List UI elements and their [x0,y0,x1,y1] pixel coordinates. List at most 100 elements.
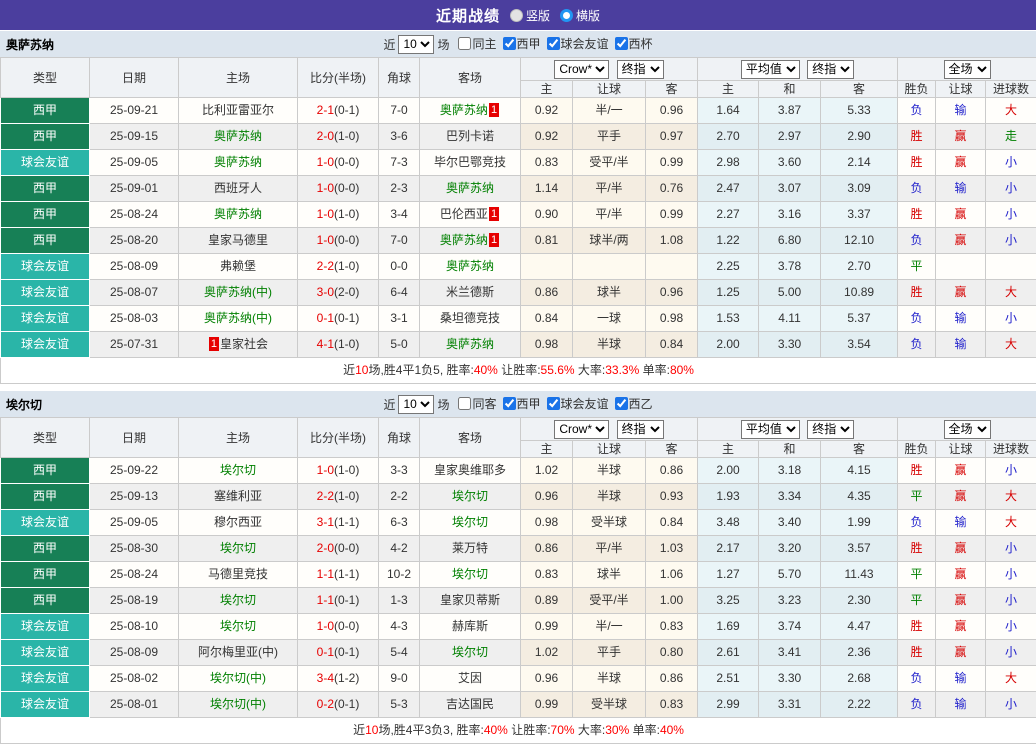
team-name: 塞维利亚 [214,489,262,503]
score-cell: 2-0(1-0) [298,124,379,150]
ah-away-odds-cell: 0.86 [646,666,698,692]
euro-home-odds-cell: 2.98 [698,150,759,176]
goals-result-cell: 小 [986,150,1036,176]
league-filter-checkbox[interactable] [503,37,516,50]
league-type-cell: 西甲 [1,98,90,124]
league-filter[interactable]: 同客 [452,395,496,412]
team-name: 埃尔切 [220,541,256,555]
odds-time-select[interactable]: 终指 [617,420,664,439]
league-filter[interactable]: 球会友谊 [541,395,609,412]
ah-away-odds-cell: 0.86 [646,458,698,484]
euro-average-select[interactable]: 平均值 [741,420,800,439]
sub-header-eu-draw: 和 [759,441,821,458]
team-name: 埃尔切 [452,489,488,503]
result-cell: 负 [898,666,936,692]
home-team-cell: 马德里竞技 [179,562,298,588]
league-filter[interactable]: 西杯 [609,35,653,52]
full-match-select[interactable]: 全场 [944,60,991,79]
handicap-result-cell: 赢 [936,124,986,150]
euro-home-odds-cell: 2.25 [698,254,759,280]
summary-segment: 80% [670,363,694,377]
result-cell: 胜 [898,640,936,666]
odds-company-select[interactable]: Crow* [554,420,609,439]
league-filter[interactable]: 西甲 [497,395,541,412]
team-name: 奥萨苏纳 [446,259,494,273]
full-score: 4-1 [317,337,334,351]
ah-away-odds-cell: 1.08 [646,228,698,254]
match-date-cell: 25-08-30 [90,536,179,562]
goals-result-cell: 小 [986,228,1036,254]
handicap-result-cell: 赢 [936,536,986,562]
euro-draw-odds-cell: 2.97 [759,124,821,150]
full-match-select[interactable]: 全场 [944,420,991,439]
away-team-cell: 艾因 [420,666,521,692]
euro-draw-odds-cell: 3.18 [759,458,821,484]
league-type-cell: 西甲 [1,202,90,228]
euro-draw-odds-cell: 3.23 [759,588,821,614]
result-cell: 负 [898,332,936,358]
odds-company-select[interactable]: Crow* [554,60,609,79]
result-cell: 平 [898,484,936,510]
league-filter-checkbox[interactable] [458,37,471,50]
league-filter[interactable]: 同主 [452,35,496,52]
ah-home-odds-cell: 1.14 [521,176,573,202]
ah-home-odds-cell: 0.96 [521,484,573,510]
euro-away-odds-cell: 3.57 [821,536,898,562]
ah-home-odds-cell: 0.89 [521,588,573,614]
league-filter[interactable]: 西乙 [609,395,653,412]
summary-segment: 大率: [575,723,606,737]
summary-segment: 近 [343,363,355,377]
team-name: 赫库斯 [452,619,488,633]
sub-header-eu-home: 主 [698,81,759,98]
layout-vertical-option[interactable]: 竖版 [510,7,550,24]
ah-home-odds-cell: 0.99 [521,692,573,718]
match-count-select[interactable]: 10 [398,395,434,414]
vertical-radio[interactable] [510,9,523,22]
corner-cell: 6-3 [379,510,420,536]
team-name: 皇家奥维耶多 [434,463,506,477]
away-team-cell: 埃尔切 [420,484,521,510]
league-filter-label: 西乙 [629,395,653,412]
goals-result-cell: 走 [986,124,1036,150]
league-filter-checkbox[interactable] [615,397,628,410]
match-date-cell: 25-08-24 [90,202,179,228]
full-score: 1-0 [317,207,334,221]
horizontal-radio[interactable] [560,9,573,22]
team-name: 巴列卡诺 [446,129,494,143]
league-filter-label: 球会友谊 [561,395,609,412]
summary-text: 近10场,胜4平3负3, 胜率:40% 让胜率:70% 大率:30% 单率:40… [1,718,1036,744]
score-cell: 2-1(0-1) [298,98,379,124]
match-count-select[interactable]: 10 [398,35,434,54]
league-filter[interactable]: 球会友谊 [541,35,609,52]
league-filter-checkbox[interactable] [503,397,516,410]
league-filter-checkbox[interactable] [547,397,560,410]
euro-draw-odds-cell: 5.00 [759,280,821,306]
handicap-result-cell: 赢 [936,588,986,614]
summary-row: 近10场,胜4平1负5, 胜率:40% 让胜率:55.6% 大率:33.3% 单… [1,358,1036,384]
ah-handicap-cell: 平手 [573,124,646,150]
section-control-bar: 奥萨苏纳 近 10 场 同主西甲球会友谊西杯 [0,30,1036,57]
team-name: 埃尔切 [452,645,488,659]
ah-home-odds-cell: 0.98 [521,332,573,358]
full-score: 0-1 [317,645,334,659]
euro-time-select[interactable]: 终指 [807,60,854,79]
ah-handicap-cell: 受半球 [573,692,646,718]
half-score: (1-1) [334,567,359,581]
away-team-cell: 赫库斯 [420,614,521,640]
league-filter-label: 西甲 [517,395,541,412]
full-score: 0-2 [317,697,334,711]
league-filter-checkbox[interactable] [547,37,560,50]
odds-time-select[interactable]: 终指 [617,60,664,79]
match-row: 球会友谊25-08-01埃尔切(中)0-2(0-1)5-3吉达国民0.99受半球… [1,692,1036,718]
euro-average-select[interactable]: 平均值 [741,60,800,79]
ah-home-odds-cell: 1.02 [521,458,573,484]
league-filter-checkbox[interactable] [458,397,471,410]
euro-time-select[interactable]: 终指 [807,420,854,439]
league-filter-checkbox[interactable] [615,37,628,50]
league-filter[interactable]: 西甲 [497,35,541,52]
sub-header-goals: 进球数 [986,441,1036,458]
home-team-cell: 西班牙人 [179,176,298,202]
layout-horizontal-option[interactable]: 横版 [560,7,600,24]
league-type-cell: 球会友谊 [1,332,90,358]
ah-handicap-cell: 平/半 [573,176,646,202]
